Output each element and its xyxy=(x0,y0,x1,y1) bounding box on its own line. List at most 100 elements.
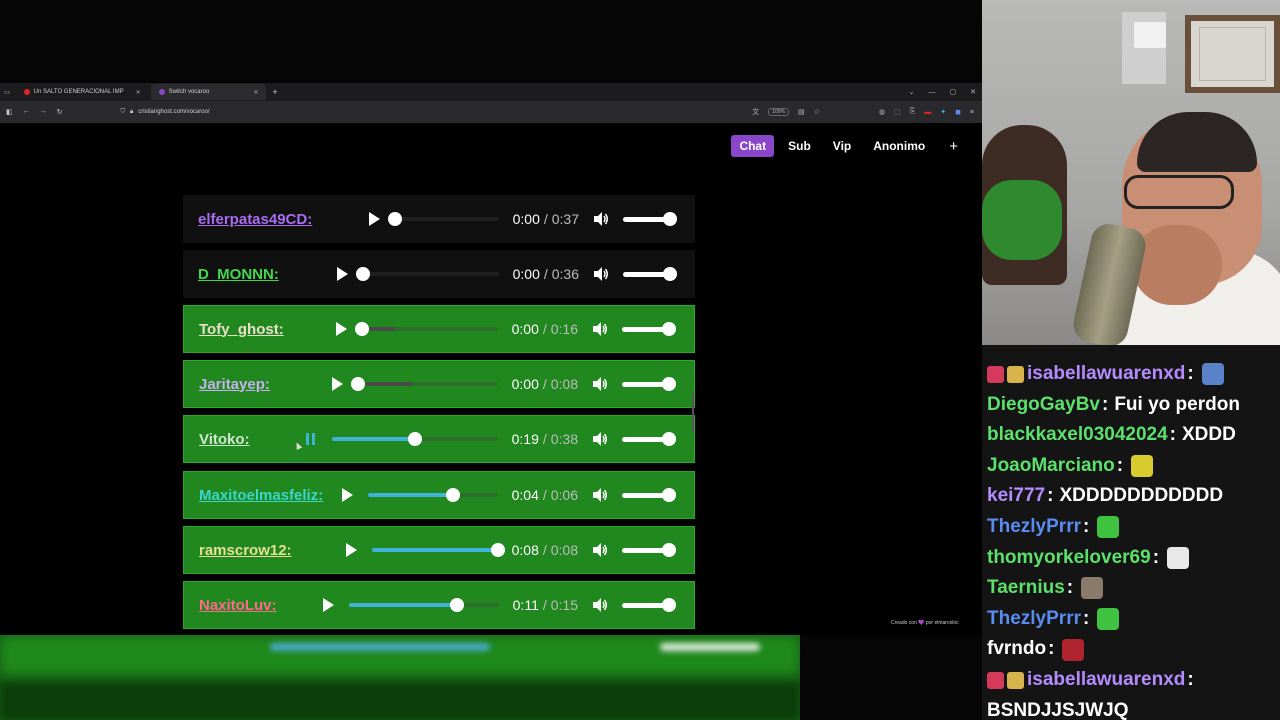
volume-handle[interactable] xyxy=(662,321,676,336)
audio-username[interactable]: Jaritayep: xyxy=(199,376,270,393)
record-icon[interactable]: ▬ xyxy=(924,109,931,116)
play-icon[interactable] xyxy=(330,376,344,392)
audio-username[interactable]: Vitoko: xyxy=(199,431,250,448)
audio-username[interactable]: ramscrow12: xyxy=(199,542,292,559)
seek-handle[interactable] xyxy=(355,267,370,281)
chat-username[interactable]: JoaoMarciano xyxy=(987,451,1115,482)
new-tab-button[interactable]: + xyxy=(272,87,277,97)
volume-slider[interactable] xyxy=(622,487,676,502)
volume-handle[interactable] xyxy=(663,266,677,281)
play-icon[interactable] xyxy=(321,597,335,613)
tab-list-icon[interactable]: ▭ xyxy=(0,89,14,96)
forward-icon[interactable]: → xyxy=(40,108,47,116)
volume-handle[interactable] xyxy=(663,211,677,226)
puzzle-icon[interactable]: ✦ xyxy=(940,108,946,116)
chat-username[interactable]: ThezlyPrrr xyxy=(987,512,1081,543)
audio-username[interactable]: D_MONNN: xyxy=(198,266,279,283)
close-tab-icon[interactable]: ✕ xyxy=(136,89,141,96)
reader-icon[interactable]: ▤ xyxy=(798,108,805,116)
audio-username[interactable]: Tofy_ghost: xyxy=(199,321,284,338)
chat-username[interactable]: thomyorkelover69 xyxy=(987,543,1151,574)
volume-slider[interactable] xyxy=(622,431,676,446)
chat-username[interactable]: isabellawuarenxd xyxy=(1027,665,1185,696)
play-icon[interactable] xyxy=(367,211,381,227)
close-window-icon[interactable]: ✕ xyxy=(970,88,976,96)
seek-handle[interactable] xyxy=(446,488,461,502)
seek-bar[interactable] xyxy=(331,432,498,446)
profile-icon[interactable]: ◼ xyxy=(955,108,961,116)
maximize-icon[interactable]: ▢ xyxy=(950,88,957,96)
seek-handle[interactable] xyxy=(490,543,505,557)
volume-icon[interactable] xyxy=(593,266,609,282)
extension-icon[interactable]: ⬚ xyxy=(894,108,901,116)
volume-icon[interactable] xyxy=(592,431,608,447)
seek-handle[interactable] xyxy=(387,212,402,226)
scrollbar[interactable] xyxy=(692,393,694,433)
browser-tab-vocaroo[interactable]: Switch vocaroo ✕ xyxy=(150,84,267,100)
chat-username[interactable]: Taernius xyxy=(987,573,1065,604)
volume-icon[interactable] xyxy=(592,321,608,337)
volume-slider[interactable] xyxy=(622,542,676,557)
chat-username[interactable]: blackkaxel03042024 xyxy=(987,420,1168,451)
seek-handle[interactable] xyxy=(354,322,369,336)
volume-handle[interactable] xyxy=(662,376,676,391)
menu-icon[interactable]: ≡ xyxy=(970,109,974,116)
play-icon[interactable] xyxy=(344,542,358,558)
chat-username[interactable]: ThezlyPrrr xyxy=(987,604,1081,635)
play-icon[interactable] xyxy=(335,266,349,282)
seek-handle[interactable] xyxy=(350,377,365,391)
pill-vip[interactable]: Vip xyxy=(825,135,859,157)
account-icon[interactable]: ◍ xyxy=(879,108,885,116)
volume-icon[interactable] xyxy=(592,487,608,503)
chat-username[interactable]: isabellawuarenxd xyxy=(1027,359,1185,390)
chat-username[interactable]: fvrndo xyxy=(987,634,1046,665)
volume-slider[interactable] xyxy=(623,211,677,226)
url-text[interactable]: cristianghost.com/vocaroo/ xyxy=(138,109,209,115)
add-pill-button[interactable]: + xyxy=(939,135,968,157)
volume-handle[interactable] xyxy=(662,431,676,446)
address-bar[interactable]: ⛉ 🔒︎ cristianghost.com/vocaroo/ xyxy=(121,109,210,116)
volume-slider[interactable] xyxy=(622,321,676,336)
volume-handle[interactable] xyxy=(662,597,676,612)
seek-bar[interactable] xyxy=(348,598,499,612)
volume-icon[interactable] xyxy=(592,376,608,392)
zoom-level[interactable]: 100% xyxy=(768,108,789,116)
play-icon[interactable] xyxy=(334,321,348,337)
audio-username[interactable]: Maxitoelmasfeliz: xyxy=(199,487,323,504)
volume-slider[interactable] xyxy=(623,266,677,281)
volume-handle[interactable] xyxy=(662,487,676,502)
audio-username[interactable]: NaxitoLuv: xyxy=(199,597,277,614)
seek-bar[interactable] xyxy=(354,322,498,336)
browser-tab-youtube[interactable]: Un SALTO GENERACIONAL IMP ✕ xyxy=(16,84,149,100)
translate-icon[interactable]: 文 xyxy=(752,107,759,117)
pill-anonimo[interactable]: Anonimo xyxy=(865,135,933,157)
pill-chat[interactable]: Chat xyxy=(731,135,775,157)
bookmark-star-icon[interactable]: ☆ xyxy=(814,108,820,116)
seek-bar[interactable] xyxy=(371,543,505,557)
play-icon[interactable] xyxy=(340,487,354,503)
volume-icon[interactable] xyxy=(592,597,608,613)
minimize-icon[interactable]: — xyxy=(929,89,936,96)
seek-bar[interactable] xyxy=(355,267,499,281)
reload-icon[interactable]: ↻ xyxy=(57,108,63,116)
chat-username[interactable]: DiegoGayBv xyxy=(987,390,1100,421)
seek-handle[interactable] xyxy=(449,598,464,612)
volume-slider[interactable] xyxy=(622,597,676,612)
seek-bar[interactable] xyxy=(367,488,498,502)
volume-icon[interactable] xyxy=(593,211,609,227)
volume-slider[interactable] xyxy=(622,376,676,391)
chevron-down-icon[interactable]: ⌄ xyxy=(909,88,915,96)
pause-icon[interactable] xyxy=(304,431,318,447)
volume-icon[interactable] xyxy=(592,542,608,558)
chat-username[interactable]: kei777 xyxy=(987,481,1045,512)
audio-username[interactable]: elferpatas49CD: xyxy=(198,211,312,228)
back-icon[interactable]: ← xyxy=(23,108,30,116)
seek-bar[interactable] xyxy=(387,212,499,226)
screenshot-icon[interactable]: ⎘ xyxy=(910,108,916,116)
seek-handle[interactable] xyxy=(407,432,422,446)
pill-sub[interactable]: Sub xyxy=(780,135,819,157)
seek-bar[interactable] xyxy=(350,377,498,391)
close-tab-icon[interactable]: ✕ xyxy=(253,89,258,96)
sidebar-icon[interactable]: ◧ xyxy=(6,108,13,116)
volume-handle[interactable] xyxy=(662,542,676,557)
